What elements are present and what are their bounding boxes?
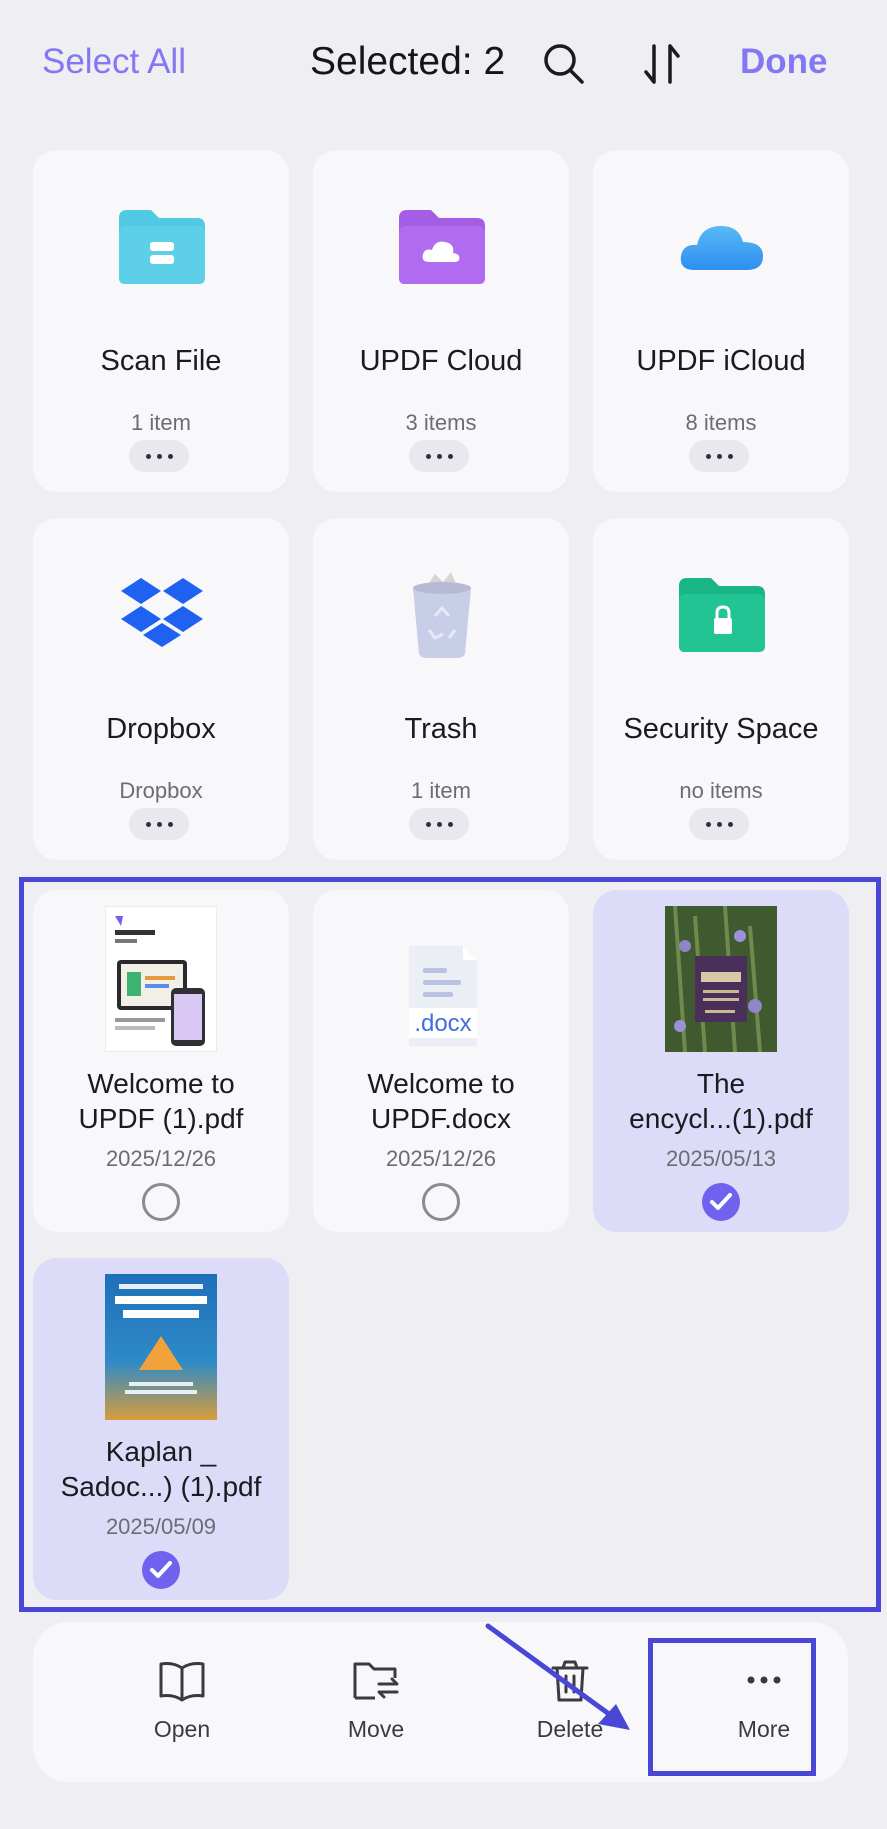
folder-count: 1 item	[411, 778, 471, 803]
done-button[interactable]: Done	[740, 42, 828, 82]
folder-count: 8 items	[685, 410, 757, 435]
open-button[interactable]: Open	[107, 1658, 257, 1758]
folder-count: no items	[679, 778, 763, 803]
selection-count: Selected: 2	[310, 40, 506, 83]
folder-count: 3 items	[405, 410, 477, 435]
folder-count: Dropbox	[119, 778, 203, 803]
cloud-folder-icon	[397, 200, 487, 290]
folder-more-button[interactable]	[409, 440, 469, 472]
select-all-button[interactable]: Select All	[42, 42, 186, 82]
folder-card-scan-file[interactable]: Scan File 1 item	[33, 150, 289, 492]
lock-folder-icon	[677, 568, 767, 658]
top-bar: Select All Selected: 2 Done	[0, 0, 887, 130]
dropbox-icon	[117, 568, 207, 658]
folder-name: Scan File	[100, 345, 222, 377]
folder-more-button[interactable]	[689, 808, 749, 840]
folder-name: Security Space	[623, 713, 819, 745]
folder-more-button[interactable]	[689, 440, 749, 472]
open-label: Open	[153, 1716, 211, 1742]
folder-more-button[interactable]	[129, 808, 189, 840]
folder-more-button[interactable]	[129, 440, 189, 472]
scan-folder-icon	[117, 200, 207, 290]
folder-card-trash[interactable]: Trash 1 item	[313, 518, 569, 860]
folder-name: UPDF Cloud	[359, 345, 523, 377]
book-icon	[159, 1662, 205, 1702]
move-label: Move	[347, 1716, 405, 1742]
trash-bin-icon	[397, 568, 487, 658]
files-highlight-box	[19, 877, 881, 1612]
folder-card-dropbox[interactable]: Dropbox Dropbox	[33, 518, 289, 860]
search-icon[interactable]	[540, 40, 586, 86]
folder-card-security-space[interactable]: Security Space no items	[593, 518, 849, 860]
sort-icon[interactable]	[640, 40, 686, 88]
folder-card-updf-icloud[interactable]: UPDF iCloud 8 items	[593, 150, 849, 492]
move-folder-icon	[353, 1662, 399, 1700]
folder-name: UPDF iCloud	[636, 345, 806, 377]
more-highlight-box	[648, 1638, 816, 1776]
annotation-arrow	[485, 1623, 630, 1730]
icloud-icon	[677, 200, 767, 290]
folder-card-updf-cloud[interactable]: UPDF Cloud 3 items	[313, 150, 569, 492]
move-button[interactable]: Move	[301, 1658, 451, 1758]
folder-count: 1 item	[131, 410, 191, 435]
folder-more-button[interactable]	[409, 808, 469, 840]
folder-name: Trash	[404, 713, 478, 745]
folder-name: Dropbox	[106, 713, 216, 745]
